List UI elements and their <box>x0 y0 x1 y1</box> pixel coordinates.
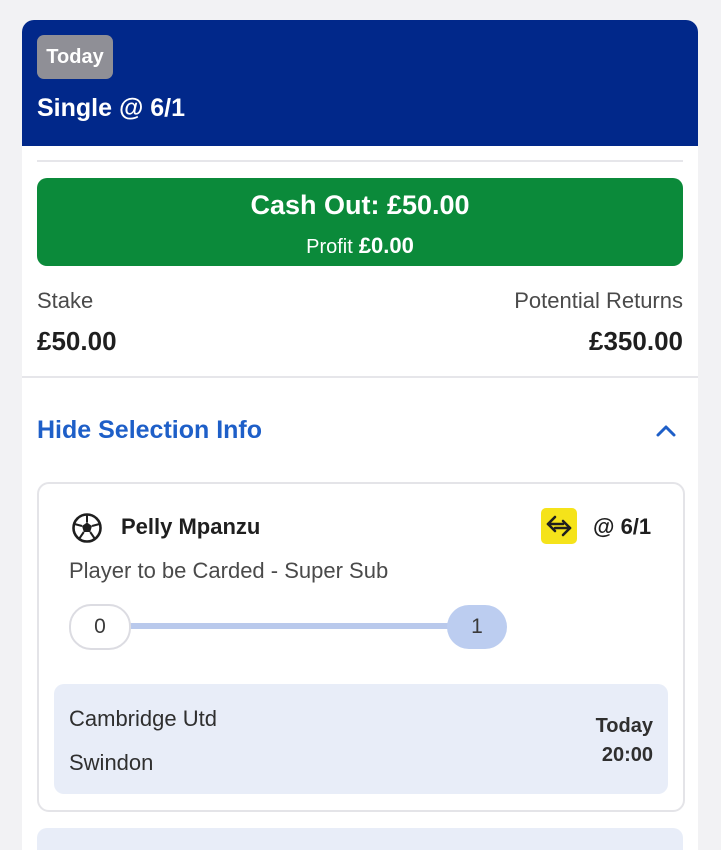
progress-track <box>119 623 459 629</box>
swap-icon <box>541 508 577 544</box>
selection-odds: @ 6/1 <box>593 514 652 539</box>
progress-end-marker: 1 <box>447 605 507 649</box>
home-team: Cambridge Utd <box>69 706 217 731</box>
potential-returns-value: £350.00 <box>589 326 683 356</box>
bet-title: Single @ 6/1 <box>37 94 186 122</box>
event-info[interactable]: Cambridge Utd Swindon Today 20:00 <box>54 684 668 794</box>
profit-label: Profit <box>306 236 353 258</box>
chevron-up-icon[interactable] <box>653 418 679 444</box>
divider <box>22 376 698 378</box>
cash-out-label: Cash Out: £50.00 <box>250 190 470 220</box>
progress-fill <box>119 623 459 629</box>
profit-value: £0.00 <box>358 233 414 258</box>
next-card-edge <box>37 828 683 850</box>
selection-card: Pelly Mpanzu @ 6/1 Player to be Carded -… <box>37 482 685 812</box>
bet-header: Today Single @ 6/1 <box>22 20 698 146</box>
progress-start-marker: 0 <box>69 604 131 650</box>
potential-returns-label: Potential Returns <box>514 288 683 313</box>
profit-row: Profit £0.00 <box>37 233 683 259</box>
stake-value: £50.00 <box>37 326 117 356</box>
divider <box>37 160 683 162</box>
stake-label: Stake <box>37 288 94 313</box>
hide-selection-info-label: Hide Selection Info <box>37 416 263 444</box>
market-name: Player to be Carded - Super Sub <box>69 558 389 583</box>
bet-card: Today Single @ 6/1 Cash Out: £50.00 Prof… <box>22 20 698 850</box>
cash-out-button[interactable]: Cash Out: £50.00 Profit £0.00 <box>37 178 683 266</box>
football-icon <box>72 513 102 543</box>
event-day: Today <box>595 715 653 737</box>
away-team: Swindon <box>69 750 154 775</box>
player-name: Pelly Mpanzu <box>121 514 261 539</box>
today-badge: Today <box>37 35 113 79</box>
hide-selection-info-toggle[interactable]: Hide Selection Info <box>37 408 683 452</box>
event-time: 20:00 <box>601 744 653 766</box>
